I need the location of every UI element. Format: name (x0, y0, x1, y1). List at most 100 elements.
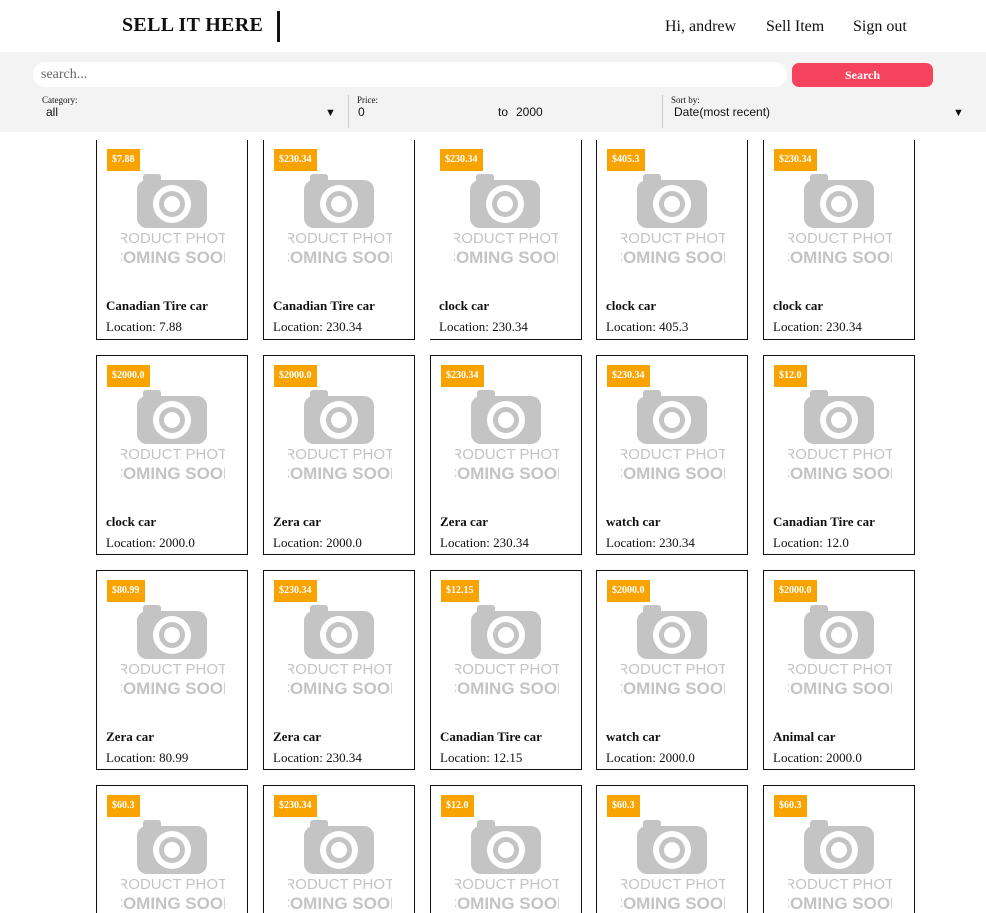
placeholder-line1: PRODUCT PHOTO (455, 876, 559, 893)
placeholder-line1: PRODUCT PHOTO (621, 661, 725, 678)
listing-card[interactable]: $12.0 PRODUCT PHOTOCOMING SOON (430, 785, 582, 913)
price-badge: $2000.0 (274, 365, 317, 387)
listing-location: Location: 2000.0 (106, 535, 195, 550)
sell-item-link[interactable]: Sell Item (766, 18, 824, 36)
listing-card[interactable]: $2000.0 PRODUCT PHOTOCOMING SOON clock car… (96, 355, 248, 555)
placeholder-photo: PRODUCT PHOTOCOMING SOON (788, 390, 892, 481)
listing-title[interactable]: Canadian Tire car (273, 298, 375, 314)
placeholder-photo: PRODUCT PHOTOCOMING SOON (788, 174, 892, 265)
listing-card[interactable]: $230.34 PRODUCT PHOTOCOMING SOON Zera car L… (263, 570, 415, 770)
placeholder-line2: COMING SOON (288, 679, 392, 696)
placeholder-line2: COMING SOON (455, 464, 559, 481)
sign-out-link[interactable]: Sign out (853, 18, 907, 36)
price-badge: $230.34 (441, 365, 484, 387)
listing-location: Location: 230.34 (606, 535, 695, 550)
placeholder-line1: PRODUCT PHOTO (788, 230, 892, 247)
sort-value[interactable]: Date(most recent) (674, 105, 770, 119)
camera-icon (137, 174, 207, 228)
category-select[interactable]: Category: all ▼ (42, 95, 339, 129)
placeholder-line2: COMING SOON (454, 248, 558, 265)
listing-card[interactable]: $12.15 PRODUCT PHOTOCOMING SOON Canadian T… (430, 570, 582, 770)
placeholder-photo: PRODUCT PHOTOCOMING SOON (621, 605, 725, 696)
placeholder-line1: PRODUCT PHOTO (454, 230, 558, 247)
filter-divider (348, 95, 349, 128)
placeholder-photo: PRODUCT PHOTOCOMING SOON (621, 390, 725, 481)
category-value[interactable]: all (46, 105, 58, 119)
placeholder-line2: COMING SOON (621, 248, 725, 265)
listing-card[interactable]: $230.34 PRODUCT PHOTOCOMING SOON watch car… (596, 355, 748, 555)
listing-card[interactable]: $12.0 PRODUCT PHOTOCOMING SOON Canadian Ti… (763, 355, 915, 555)
price-badge: $230.34 (607, 365, 650, 387)
price-badge: $12.0 (441, 795, 474, 817)
listing-card[interactable]: $80.99 PRODUCT PHOTOCOMING SOON Zera car Lo… (96, 570, 248, 770)
user-greeting-link[interactable]: Hi, andrew (665, 18, 736, 36)
search-filter-bar: Search Category: all ▼ Price: 0 to 2000 … (0, 52, 986, 132)
listing-card[interactable]: $405.3 PRODUCT PHOTOCOMING SOON clock car L… (596, 140, 748, 340)
price-badge: $2000.0 (107, 365, 150, 387)
listing-title[interactable]: Canadian Tire car (440, 729, 542, 745)
sort-select[interactable]: Sort by: Date(most recent) ▼ (671, 95, 971, 129)
listing-card[interactable]: $230.34 PRODUCT PHOTOCOMING SOON clock car… (763, 140, 915, 340)
listing-location: Location: 12.15 (440, 750, 523, 765)
listing-card[interactable]: $230.34 PRODUCT PHOTOCOMING SOON (263, 785, 415, 913)
placeholder-photo: PRODUCT PHOTOCOMING SOON (121, 820, 225, 911)
listing-card[interactable]: $230.34 PRODUCT PHOTOCOMING SOON Zera car L… (430, 355, 582, 555)
placeholder-line2: COMING SOON (121, 679, 225, 696)
search-button[interactable]: Search (792, 63, 933, 87)
listing-card[interactable]: $2000.0 PRODUCT PHOTOCOMING SOON watch car… (596, 570, 748, 770)
placeholder-photo: PRODUCT PHOTOCOMING SOON (455, 820, 559, 911)
listing-title[interactable]: watch car (606, 514, 661, 530)
listing-card[interactable]: $2000.0 PRODUCT PHOTOCOMING SOON Animal ca… (763, 570, 915, 770)
listing-title[interactable]: Zera car (273, 514, 321, 530)
brand-logo[interactable]: SELL IT HERE (122, 14, 263, 37)
placeholder-photo: PRODUCT PHOTOCOMING SOON (455, 390, 559, 481)
listing-card[interactable]: $60.3 PRODUCT PHOTOCOMING SOON (763, 785, 915, 913)
listing-title[interactable]: Animal car (773, 729, 835, 745)
listing-location: Location: 7.88 (106, 319, 182, 334)
camera-icon (637, 820, 707, 874)
camera-icon (804, 390, 874, 444)
listing-title[interactable]: clock car (439, 298, 489, 314)
listing-location: Location: 2000.0 (773, 750, 862, 765)
listing-title[interactable]: clock car (773, 298, 823, 314)
price-badge: $230.34 (274, 795, 317, 817)
camera-icon (137, 390, 207, 444)
price-max-input[interactable]: 2000 (516, 105, 543, 119)
camera-icon (804, 605, 874, 659)
placeholder-photo: PRODUCT PHOTOCOMING SOON (788, 605, 892, 696)
placeholder-photo: PRODUCT PHOTOCOMING SOON (288, 174, 392, 265)
camera-icon (137, 820, 207, 874)
placeholder-line2: COMING SOON (455, 679, 559, 696)
placeholder-line2: COMING SOON (288, 464, 392, 481)
listing-card[interactable]: $230.34 PRODUCT PHOTOCOMING SOON clock car… (430, 140, 582, 340)
placeholder-line2: COMING SOON (621, 894, 725, 911)
price-label: Price: (357, 95, 378, 105)
placeholder-line1: PRODUCT PHOTO (621, 230, 725, 247)
dropdown-caret-icon[interactable]: ▼ (325, 107, 336, 119)
placeholder-line1: PRODUCT PHOTO (621, 876, 725, 893)
category-label: Category: (42, 95, 78, 105)
dropdown-caret-icon[interactable]: ▼ (953, 107, 964, 119)
listing-card[interactable]: $230.34 PRODUCT PHOTOCOMING SOON Canadian … (263, 140, 415, 340)
listing-card[interactable]: $60.3 PRODUCT PHOTOCOMING SOON (96, 785, 248, 913)
placeholder-line2: COMING SOON (121, 464, 225, 481)
listing-title[interactable]: Zera car (273, 729, 321, 745)
listing-title[interactable]: clock car (606, 298, 656, 314)
placeholder-photo: PRODUCT PHOTOCOMING SOON (621, 174, 725, 265)
search-input[interactable] (33, 62, 787, 87)
listing-title[interactable]: clock car (106, 514, 156, 530)
listing-title[interactable]: watch car (606, 729, 661, 745)
listing-card[interactable]: $7.88 PRODUCT PHOTOCOMING SOON Canadian Ti… (96, 140, 248, 340)
placeholder-photo: PRODUCT PHOTOCOMING SOON (621, 820, 725, 911)
listing-card[interactable]: $60.3 PRODUCT PHOTOCOMING SOON (596, 785, 748, 913)
listing-title[interactable]: Canadian Tire car (773, 514, 875, 530)
brand-divider (277, 11, 280, 42)
listing-card[interactable]: $2000.0 PRODUCT PHOTOCOMING SOON Zera car L… (263, 355, 415, 555)
price-min-input[interactable]: 0 (358, 105, 365, 119)
placeholder-line2: COMING SOON (121, 894, 225, 911)
listing-title[interactable]: Canadian Tire car (106, 298, 208, 314)
listing-title[interactable]: Zera car (440, 514, 488, 530)
listing-location: Location: 230.34 (440, 535, 529, 550)
placeholder-line2: COMING SOON (288, 894, 392, 911)
listing-title[interactable]: Zera car (106, 729, 154, 745)
